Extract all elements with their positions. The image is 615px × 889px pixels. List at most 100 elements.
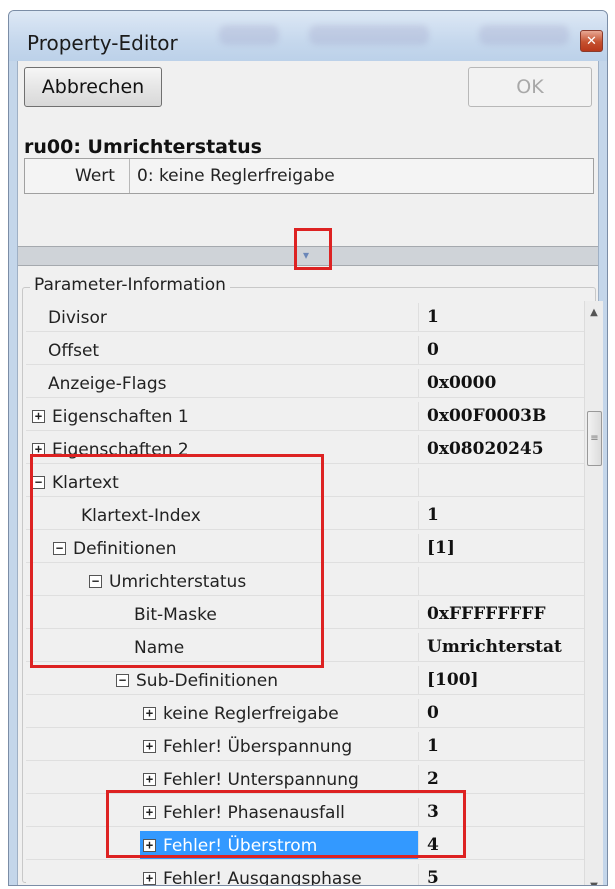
property-name: Anzeige-Flags — [48, 374, 167, 394]
property-value[interactable]: 5 — [427, 868, 439, 885]
property-value[interactable]: 1 — [427, 307, 439, 327]
collapse-icon[interactable]: − — [32, 476, 45, 489]
property-name: Klartext — [52, 473, 119, 493]
column-separator — [418, 864, 419, 885]
scroll-up-icon[interactable]: ▲ — [585, 303, 603, 321]
property-value[interactable]: 1 — [427, 505, 439, 525]
property-row[interactable]: + Eigenschaften 2 0x08020245 — [26, 435, 584, 464]
property-row[interactable]: − Klartext — [26, 468, 584, 497]
collapse-icon[interactable]: − — [53, 542, 66, 555]
column-separator — [418, 699, 419, 727]
property-value[interactable]: 3 — [427, 802, 439, 822]
title-bar[interactable]: Property-Editor ✕ — [9, 11, 607, 61]
property-row[interactable]: + keine Reglerfreigabe 0 — [26, 699, 584, 728]
value-field[interactable]: Wert 0: keine Reglerfreigabe — [24, 158, 594, 194]
property-row[interactable]: + Fehler! Überstrom 4 — [26, 831, 584, 860]
property-value[interactable]: [1] — [427, 538, 455, 558]
property-name: Divisor — [48, 308, 107, 328]
scroll-thumb[interactable]: ≡ — [587, 411, 602, 466]
property-grid: Divisor 1 Offset 0 Anzeige-Flags 0x0000 + Eigen… — [26, 301, 584, 886]
collapse-icon[interactable]: − — [116, 674, 129, 687]
property-row[interactable]: + Fehler! Überspannung 1 — [26, 732, 584, 761]
property-value[interactable]: 0 — [427, 703, 439, 723]
property-editor-window: Property-Editor ✕ Abbrechen OK ru00: Umr… — [8, 10, 608, 886]
blurred-tab — [219, 25, 279, 45]
blurred-tab — [309, 25, 429, 45]
chevron-down-icon[interactable]: ▾ — [298, 247, 314, 263]
column-separator — [418, 567, 419, 595]
property-row[interactable]: Klartext-Index 1 — [26, 501, 584, 530]
property-name: Fehler! Überstrom — [163, 836, 318, 856]
property-name: Fehler! Ausgangsphase — [163, 869, 362, 886]
property-name: Eigenschaften 2 — [52, 440, 189, 460]
property-row[interactable]: − Sub-Definitionen [100] — [26, 666, 584, 695]
value-separator — [129, 159, 130, 193]
scroll-down-icon[interactable]: ▼ — [585, 877, 603, 886]
property-row[interactable]: Name Umrichterstat — [26, 633, 584, 662]
property-row[interactable]: − Definitionen [1] — [26, 534, 584, 563]
property-name: Bit-Maske — [134, 605, 217, 625]
blurred-tab — [479, 25, 569, 45]
expand-icon[interactable]: + — [143, 740, 156, 753]
expand-icon[interactable]: + — [32, 443, 45, 456]
column-separator — [418, 435, 419, 463]
property-value[interactable]: 0xFFFFFFFF — [427, 604, 546, 624]
column-separator — [418, 501, 419, 529]
property-row[interactable]: + Fehler! Ausgangsphase 5 — [26, 864, 584, 886]
property-row[interactable]: Bit-Maske 0xFFFFFFFF — [26, 600, 584, 629]
property-value[interactable]: 0 — [427, 340, 439, 360]
property-name: Definitionen — [73, 539, 177, 559]
property-row[interactable]: + Fehler! Phasenausfall 3 — [26, 798, 584, 827]
property-row[interactable]: Divisor 1 — [26, 303, 584, 332]
property-name: Eigenschaften 1 — [52, 407, 189, 427]
expand-icon[interactable]: + — [143, 806, 156, 819]
property-value[interactable]: 0x08020245 — [427, 439, 544, 459]
property-value[interactable]: 0x0000 — [427, 373, 496, 393]
value-label: Wert — [75, 166, 115, 186]
property-value[interactable]: 0x00F0003B — [427, 406, 546, 426]
property-value[interactable]: [100] — [427, 670, 479, 690]
property-row[interactable]: − Umrichterstatus — [26, 567, 584, 596]
collapse-icon[interactable]: − — [89, 575, 102, 588]
property-value[interactable]: 2 — [427, 769, 439, 789]
vertical-scrollbar[interactable]: ▲ ≡ ▼ — [584, 301, 603, 886]
property-value[interactable]: 4 — [427, 835, 439, 855]
column-separator — [418, 765, 419, 793]
column-separator — [418, 633, 419, 661]
column-separator — [418, 666, 419, 694]
property-name: Offset — [48, 341, 100, 361]
expand-icon[interactable]: + — [143, 707, 156, 720]
column-separator — [418, 402, 419, 430]
cancel-button[interactable]: Abbrechen — [24, 67, 162, 107]
column-separator — [418, 303, 419, 331]
column-separator — [418, 798, 419, 826]
value-text[interactable]: 0: keine Reglerfreigabe — [137, 166, 335, 186]
editor-client-area: Abbrechen OK ru00: Umrichterstatus Wert … — [17, 61, 603, 886]
column-separator — [418, 336, 419, 364]
property-name: Fehler! Phasenausfall — [163, 803, 345, 823]
property-row[interactable]: Offset 0 — [26, 336, 584, 365]
property-name: Umrichterstatus — [109, 572, 247, 592]
column-separator — [418, 600, 419, 628]
expand-icon[interactable]: + — [143, 773, 156, 786]
group-label: Parameter-Information — [30, 275, 230, 295]
property-row[interactable]: Anzeige-Flags 0x0000 — [26, 369, 584, 398]
expand-icon[interactable]: + — [143, 872, 156, 885]
column-separator — [418, 732, 419, 760]
property-value[interactable]: 1 — [427, 736, 439, 756]
property-name: keine Reglerfreigabe — [163, 704, 339, 724]
window-title: Property-Editor — [27, 31, 178, 55]
expand-icon[interactable]: + — [32, 410, 45, 423]
property-value[interactable]: Umrichterstat — [427, 637, 562, 657]
close-icon[interactable]: ✕ — [580, 30, 603, 52]
property-name: Name — [134, 638, 185, 658]
ok-button[interactable]: OK — [468, 67, 592, 107]
column-separator — [418, 468, 419, 496]
property-row[interactable]: + Fehler! Unterspannung 2 — [26, 765, 584, 794]
property-name: Fehler! Überspannung — [163, 737, 353, 757]
property-name: Sub-Definitionen — [136, 671, 279, 691]
property-row[interactable]: + Eigenschaften 1 0x00F0003B — [26, 402, 584, 431]
property-name: Klartext-Index — [81, 506, 201, 526]
expand-icon[interactable]: + — [143, 839, 156, 852]
property-name: Fehler! Unterspannung — [163, 770, 359, 790]
